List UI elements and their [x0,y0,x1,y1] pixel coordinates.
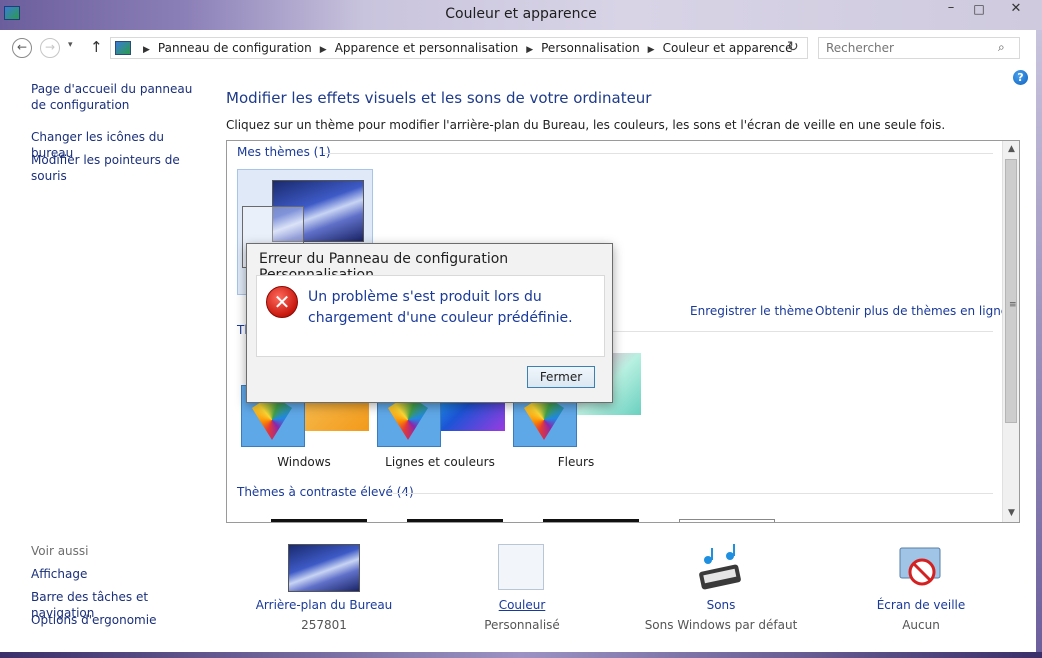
breadcrumb-chevron-icon[interactable]: ▶ [648,45,655,55]
search-input[interactable] [818,37,1020,59]
scroll-grip-icon: ≡ [1009,300,1017,310]
dialog-body: ✕ Un problème s'est produit lors du char… [256,275,605,357]
color-value: Personnalisé [484,618,560,632]
color-fan-icon [252,400,292,440]
color-fan-icon [388,400,428,440]
high-contrast-thumb[interactable] [543,519,639,522]
back-button[interactable]: ← [12,38,32,58]
high-contrast-thumb[interactable] [271,519,367,522]
see-also-title: Voir aussi [31,544,89,558]
scroll-thumb[interactable]: ≡ [1005,159,1017,423]
minimize-button[interactable]: – [938,0,964,20]
sidebar-link-control-panel-home[interactable]: Page d'accueil du panneau de configurati… [31,81,201,113]
breadcrumb-appearance[interactable]: Apparence et personnalisation [335,41,519,55]
breadcrumb-chevron-icon[interactable]: ▶ [143,45,150,55]
screensaver-value: Aucun [902,618,940,632]
page-description: Cliquez sur un thème pour modifier l'arr… [226,118,946,132]
desktop-background-thumbnail[interactable] [288,544,360,592]
close-dialog-button[interactable]: Fermer [527,366,595,388]
theme-list-scrollbar[interactable]: ▲ ≡ ▼ [1002,141,1019,522]
address-dropdown-icon[interactable]: ⌄ [767,42,775,53]
screensaver-link[interactable]: Écran de veille [836,598,1006,612]
title-bar: Couleur et apparence – □ ✕ [0,0,1042,30]
theme-label-flowers[interactable]: Fleurs [511,455,641,469]
navigation-bar: ← → ▾ ↑ ▶ Panneau de configuration ▶ Appare… [0,30,1042,66]
high-contrast-thumb[interactable] [407,519,503,522]
close-button[interactable]: ✕ [994,0,1038,20]
breadcrumb-chevron-icon[interactable]: ▶ [320,45,327,55]
sidebar-link-mouse-pointers[interactable]: Modifier les pointeurs de souris [31,152,201,184]
color-link[interactable]: Couleur [437,598,607,612]
theme-label-windows[interactable]: Windows [239,455,369,469]
refresh-icon[interactable]: ↻ [787,39,799,55]
see-also-ease-of-access[interactable]: Options d'ergonomie [31,612,201,628]
more-themes-online-link[interactable]: Obtenir plus de thèmes en ligne [815,304,1008,318]
page-title: Modifier les effets visuels et les sons … [226,89,652,107]
desktop-background-link[interactable]: Arrière-plan du Bureau [239,598,409,612]
window-border [0,652,1042,658]
up-button[interactable]: ↑ [90,38,103,56]
search-icon[interactable]: ⌕ [998,40,1005,55]
window-title: Couleur et apparence [445,6,597,22]
my-themes-header: Mes thèmes (1) [237,145,331,159]
address-bar[interactable]: ▶ Panneau de configuration ▶ Apparence et p… [110,37,808,59]
help-icon[interactable]: ? [1013,70,1028,85]
scroll-down-icon[interactable]: ▼ [1003,505,1019,522]
theme-label-lines-colors[interactable]: Lignes et couleurs [375,455,505,469]
high-contrast-header: Thèmes à contraste élevé (4) [237,485,414,499]
maximize-button[interactable]: □ [966,0,992,20]
sounds-link[interactable]: Sons [636,598,806,612]
control-panel-icon [115,41,131,55]
scroll-up-icon[interactable]: ▲ [1003,141,1019,158]
group-divider [393,493,993,494]
color-swatch[interactable] [498,544,544,590]
save-theme-link[interactable]: Enregistrer le thème [690,304,813,318]
breadcrumb-chevron-icon[interactable]: ▶ [526,45,533,55]
group-divider [323,153,993,154]
error-dialog: Erreur du Panneau de configuration Perso… [246,243,613,403]
sounds-icon[interactable] [696,544,744,592]
breadcrumb: ▶ Panneau de configuration ▶ Apparence et p… [135,41,792,55]
screensaver-icon[interactable] [896,544,944,592]
high-contrast-thumb[interactable] [679,519,775,522]
window-border [1036,30,1042,658]
desktop-background-value: 257801 [301,618,347,632]
error-icon: ✕ [266,286,298,318]
sounds-value: Sons Windows par défaut [644,618,798,632]
breadcrumb-control-panel[interactable]: Panneau de configuration [158,41,312,55]
error-message: Un problème s'est produit lors du charge… [308,289,573,326]
breadcrumb-personalization[interactable]: Personnalisation [541,41,640,55]
recent-locations-button[interactable]: ▾ [68,40,73,50]
forward-button[interactable]: → [40,38,60,58]
see-also-display[interactable]: Affichage [31,566,201,582]
color-fan-icon [524,400,564,440]
